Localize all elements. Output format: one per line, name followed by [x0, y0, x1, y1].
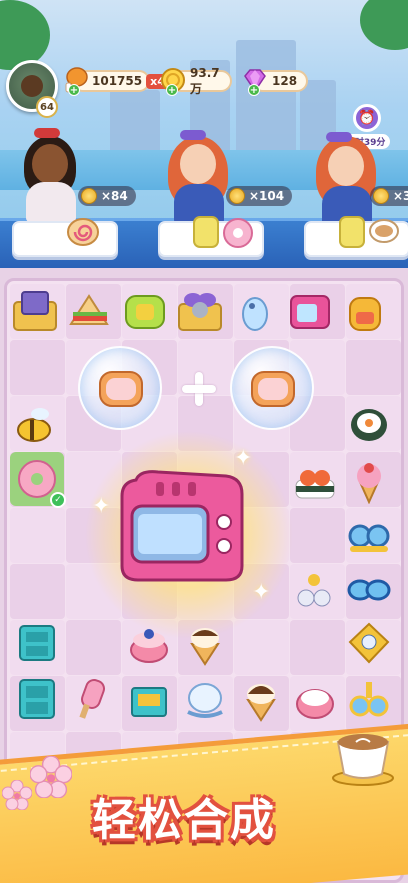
merge-source-bubble-1[interactable] — [78, 346, 162, 430]
box-icon[interactable] — [126, 676, 172, 722]
lunchbox-icon[interactable] — [122, 288, 168, 334]
sparkle-icon: ✦ — [92, 494, 111, 519]
sandwich-icon[interactable] — [67, 288, 113, 334]
plus-icon — [182, 372, 216, 406]
tree — [360, 0, 408, 50]
alarm-clock-icon: ⏰ — [353, 104, 381, 132]
cake-icon[interactable] — [126, 620, 172, 666]
merge-source-bubble-2[interactable] — [230, 346, 314, 430]
board-cell[interactable] — [66, 620, 121, 675]
customer-face — [180, 144, 216, 184]
sushi-icon[interactable] — [292, 458, 338, 504]
chocolate-sundae-icon[interactable] — [238, 676, 284, 722]
coin-icon — [229, 188, 245, 204]
tree — [0, 0, 50, 70]
energy-counter[interactable]: + 101755 x4 — [65, 67, 169, 96]
lemonade-icon — [193, 216, 253, 248]
board-cell[interactable] — [10, 508, 65, 563]
swiss-roll-icon — [67, 218, 99, 246]
hair-bow — [34, 128, 60, 138]
toast-icon — [251, 371, 295, 407]
pudding-icon[interactable] — [292, 676, 338, 722]
customer-3-reward: ×3 — [370, 186, 408, 206]
sushi-roll-icon[interactable] — [346, 402, 392, 448]
toaster-oven-icon[interactable] — [118, 470, 246, 582]
latte-icon — [339, 216, 399, 248]
envelope-icon[interactable] — [12, 288, 58, 334]
sparkle-icon: ✦ — [252, 580, 271, 605]
coin-icon — [373, 188, 389, 204]
order-card-2[interactable] — [158, 216, 264, 257]
goggles-icon[interactable] — [346, 512, 392, 558]
add-energy-button[interactable]: + — [68, 84, 80, 96]
small-oven-icon[interactable] — [287, 288, 333, 334]
sparkle-icon: ✦ — [234, 446, 253, 471]
board-cell[interactable] — [290, 508, 345, 563]
player-level-badge: 64 — [36, 96, 58, 118]
board-cell[interactable] — [10, 340, 65, 395]
snowball-icon[interactable] — [182, 676, 228, 722]
customer-face — [328, 146, 364, 186]
cherry-blossom-icon — [30, 756, 72, 798]
jewelry-icon[interactable] — [346, 676, 392, 722]
toy-icon[interactable] — [232, 288, 278, 334]
board-cell[interactable] — [290, 620, 345, 675]
hair-bow — [326, 132, 352, 142]
completed-item-cell[interactable]: ✓ — [10, 452, 66, 508]
hair-bow — [180, 130, 206, 140]
drawer-icon[interactable] — [14, 620, 60, 666]
pearl-clip-icon[interactable] — [346, 620, 392, 666]
order-card-1[interactable] — [12, 218, 118, 257]
pearls-icon[interactable] — [292, 566, 338, 612]
sundae-icon[interactable] — [182, 620, 228, 666]
swim-goggles-icon[interactable] — [346, 566, 392, 612]
add-coin-button[interactable]: + — [166, 84, 178, 96]
customer-body — [26, 182, 76, 222]
coin-counter[interactable]: + 93.7万 — [161, 66, 232, 96]
backpack-icon[interactable] — [342, 288, 388, 334]
toast-icon — [99, 371, 143, 407]
coffee-cup-icon — [332, 734, 394, 786]
popsicle-icon[interactable] — [70, 676, 116, 722]
cherry-blossom-icon — [2, 780, 32, 810]
customer-face — [32, 144, 68, 184]
reward-value: ×84 — [101, 189, 128, 203]
bee-icon[interactable] — [12, 402, 58, 448]
gem-counter[interactable]: + 128 — [244, 69, 308, 96]
board-cell[interactable] — [234, 620, 289, 675]
gift-ribbon-icon[interactable] — [177, 288, 223, 334]
coin-icon — [81, 188, 97, 204]
ice-cream-icon[interactable] — [346, 458, 392, 504]
order-card-3[interactable] — [304, 216, 408, 257]
add-gem-button[interactable]: + — [248, 84, 260, 96]
checkmark-icon: ✓ — [50, 492, 66, 508]
customer-1-reward: ×84 — [78, 186, 136, 206]
reward-value: ×3 — [393, 189, 408, 203]
board-cell[interactable] — [10, 564, 65, 619]
customer-2-reward: ×104 — [226, 186, 293, 206]
banner-title: 轻松合成 — [92, 795, 276, 846]
cabinet-icon[interactable] — [14, 676, 60, 722]
reward-value: ×104 — [249, 189, 285, 203]
board-cell[interactable] — [346, 340, 401, 395]
